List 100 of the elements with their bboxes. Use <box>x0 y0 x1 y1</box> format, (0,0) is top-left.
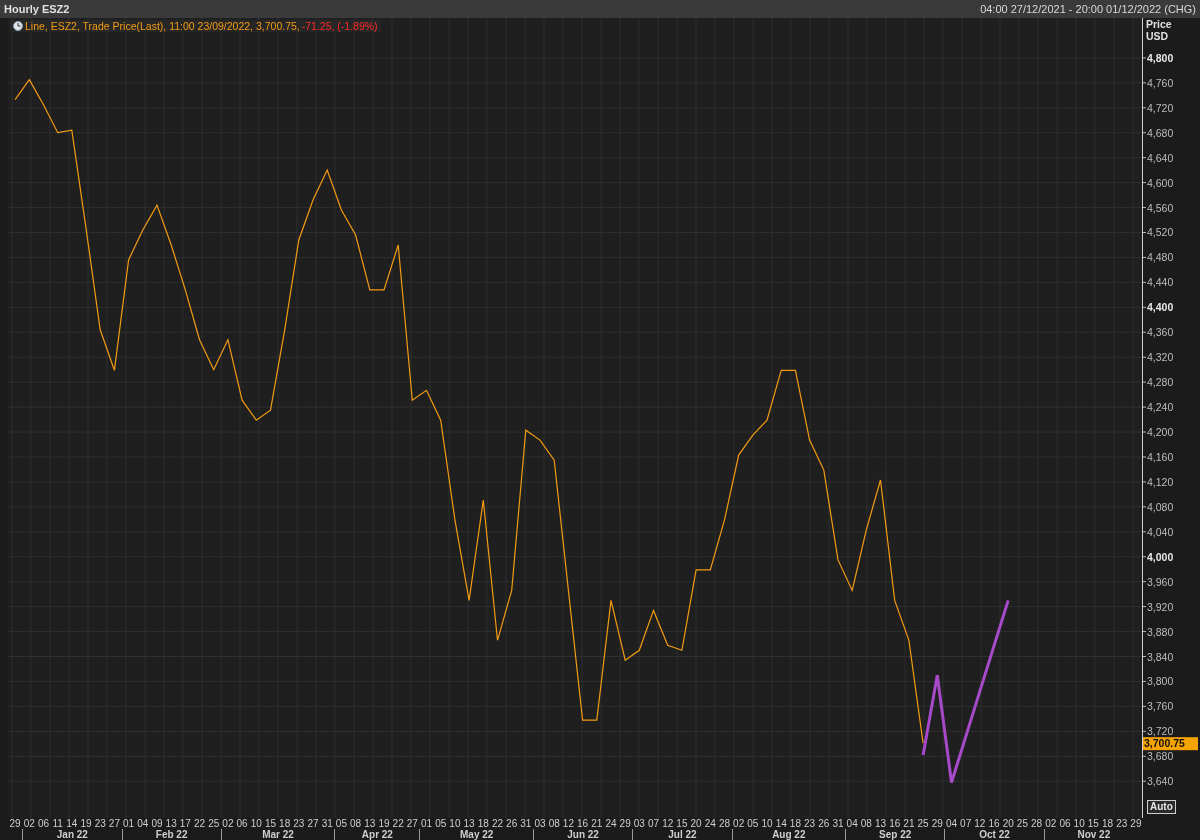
month-label: Jul 22 <box>632 829 732 840</box>
axis-label: 28 <box>717 818 732 829</box>
axis-label: 04 <box>944 818 959 829</box>
axis-label: 23 <box>803 818 817 829</box>
date-range: 04:00 27/12/2021 - 20:00 01/12/2022 (CHG) <box>980 3 1196 15</box>
axis-label: 08 <box>547 818 561 829</box>
month-label: Jan 22 <box>22 829 122 840</box>
axis-label: 25 <box>1015 818 1029 829</box>
axis-label: 02 <box>221 818 235 829</box>
axis-label: 18 <box>1100 818 1115 829</box>
axis-label: 4,720 <box>1147 101 1174 114</box>
month-label: Nov 22 <box>1043 829 1143 840</box>
month-label: Aug 22 <box>731 829 846 840</box>
axis-label: 26 <box>817 818 831 829</box>
month-label: Feb 22 <box>121 829 221 840</box>
axis-label: 07 <box>959 818 973 829</box>
axis-label: 3,720 <box>1147 725 1174 738</box>
axis-label: 15 <box>675 818 689 829</box>
axis-label: 13 <box>873 818 888 829</box>
auto-button[interactable]: Auto <box>1147 800 1176 814</box>
axis-label: 18 <box>278 818 292 829</box>
axis-label: 29 <box>930 818 944 829</box>
month-label: Oct 22 <box>944 829 1044 840</box>
axis-label: 31 <box>519 818 533 829</box>
axis-label: 23 <box>292 818 306 829</box>
axis-label: 4,120 <box>1147 475 1174 488</box>
axis-label: 4,520 <box>1147 226 1174 239</box>
axis-label: 13 <box>363 818 377 829</box>
axis-label: 26 <box>505 818 519 829</box>
axis-label: 27 <box>405 818 419 829</box>
axis-label: 28 <box>1030 818 1044 829</box>
axis-label: 23 <box>1115 818 1129 829</box>
axis-label: 4,680 <box>1147 126 1174 139</box>
axis-label: 4,360 <box>1147 326 1174 339</box>
chart-title: Hourly ESZ2 <box>4 3 70 15</box>
axis-label: 02 <box>22 818 36 829</box>
axis-label: 19 <box>377 818 391 829</box>
axis-label: 21 <box>590 818 604 829</box>
axis-label: 13 <box>462 818 476 829</box>
price-tag: 3,700.75 <box>1143 737 1198 751</box>
axis-label: 12 <box>973 818 987 829</box>
axis-label: 10 <box>1072 818 1086 829</box>
axis-label: 4,080 <box>1147 500 1174 513</box>
month-label: Mar 22 <box>220 829 335 840</box>
axis-label: 02 <box>1044 818 1058 829</box>
axis-label: 27 <box>107 818 121 829</box>
axis-label: 21 <box>902 818 916 829</box>
axis-label: 4,240 <box>1147 401 1174 414</box>
axis-label: 07 <box>646 818 661 829</box>
price-change: -71.25, (-1.89%) <box>301 20 378 32</box>
axis-label: 3,680 <box>1147 750 1174 763</box>
axis-label: 10 <box>249 818 263 829</box>
axis-label: 05 <box>434 818 448 829</box>
axis-label: 25 <box>207 818 221 829</box>
axis-label: 16 <box>987 818 1001 829</box>
axis-label: 4,560 <box>1147 201 1174 214</box>
axis-label: 22 <box>490 818 505 829</box>
axis-label: 09 <box>150 818 164 829</box>
axis-label: 4,800 <box>1147 51 1174 64</box>
axis-label: 05 <box>334 818 348 829</box>
axis-label: 06 <box>235 818 249 829</box>
clock-icon <box>13 21 23 31</box>
axis-title: Price <box>1146 18 1172 30</box>
axis-label: 20 <box>689 818 703 829</box>
axis-label: 29 <box>8 818 22 829</box>
axis-label: 3,920 <box>1147 600 1174 613</box>
axis-label: 01 <box>122 818 136 829</box>
axis-label: 4,760 <box>1147 76 1174 89</box>
axis-label: 10 <box>448 818 462 829</box>
axis-label: 18 <box>788 818 802 829</box>
axis-label: 22 <box>192 818 207 829</box>
axis-label: 31 <box>831 818 845 829</box>
axis-label: 14 <box>774 818 788 829</box>
axis-label: 06 <box>36 818 51 829</box>
axis-label: 29 <box>618 818 632 829</box>
month-label: May 22 <box>419 829 533 840</box>
legend-text: Line, ESZ2, Trade Price(Last), 11:00 23/09/2022, 3,700.75, <box>25 20 300 32</box>
axis-label: 11 <box>51 818 64 829</box>
axis-label: 4,480 <box>1147 251 1174 264</box>
axis-label: 04 <box>845 818 859 829</box>
axis-label: 15 <box>1086 818 1100 829</box>
axis-label: 3,880 <box>1147 625 1174 638</box>
axis-label: 24 <box>703 818 717 829</box>
axis-label: 04 <box>136 818 150 829</box>
axis-label: 3,960 <box>1147 575 1174 588</box>
axis-label: 4,600 <box>1147 176 1174 189</box>
axis-label: 02 <box>732 818 746 829</box>
axis-label: 08 <box>859 818 873 829</box>
axis-label: 3,800 <box>1147 675 1174 688</box>
axis-label: 3,840 <box>1147 650 1174 663</box>
axis-label: 27 <box>306 818 320 829</box>
axis-label: 17 <box>178 818 192 829</box>
month-label: Sep 22 <box>845 829 945 840</box>
axis-title: USD <box>1146 30 1169 42</box>
axis-label: 4,040 <box>1147 525 1174 538</box>
axis-label: 03 <box>632 818 646 829</box>
axis-label: 4,280 <box>1147 376 1174 389</box>
axis-label: 12 <box>661 818 675 829</box>
axis-label: 4,200 <box>1147 426 1174 439</box>
axis-label: 18 <box>476 818 490 829</box>
